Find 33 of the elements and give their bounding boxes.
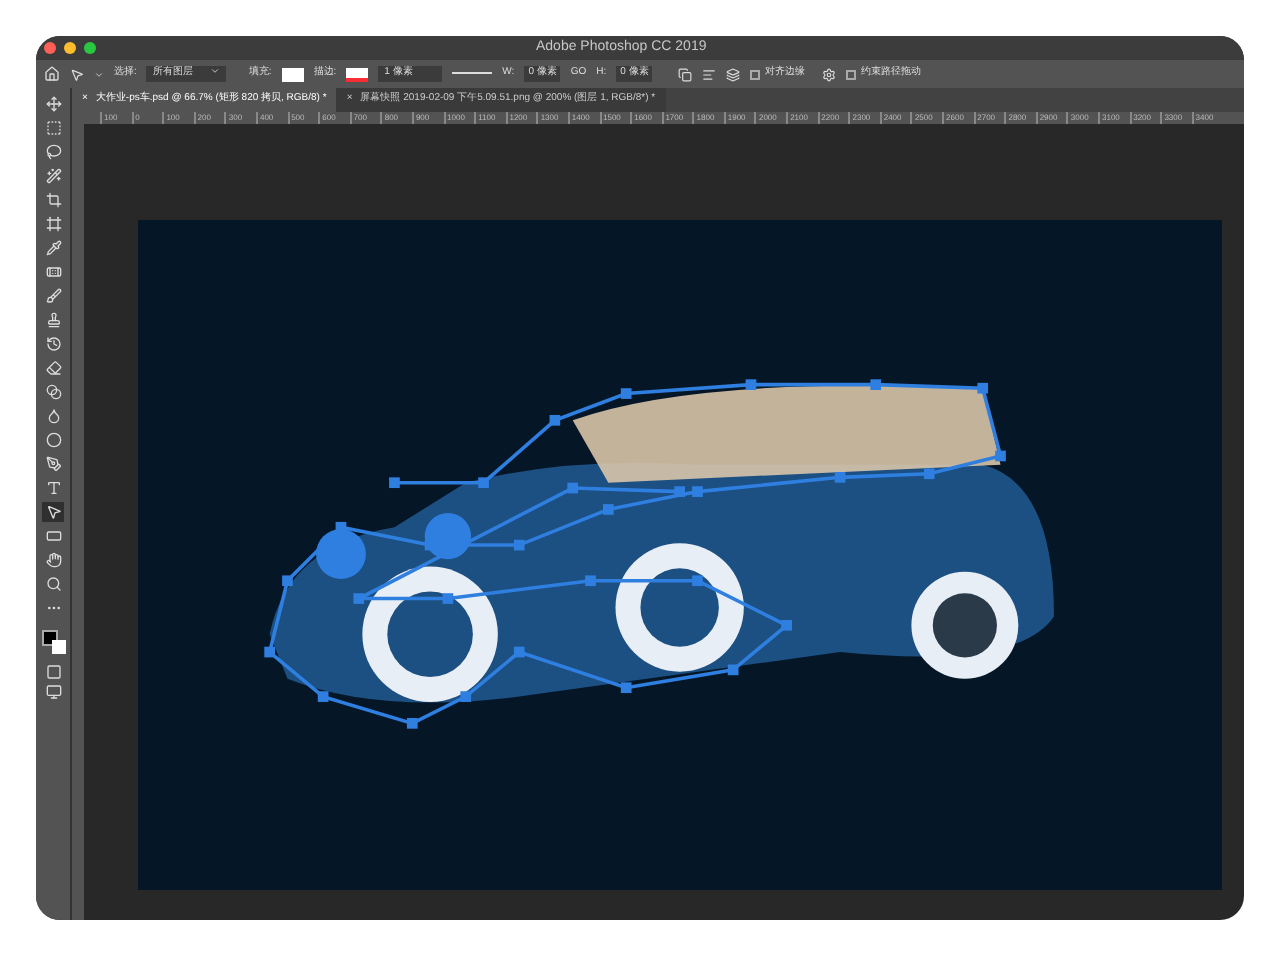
zoom-icon[interactable] xyxy=(42,574,64,594)
stroke-swatch[interactable] xyxy=(346,67,369,81)
crop-icon[interactable] xyxy=(42,190,64,210)
bandage-icon[interactable] xyxy=(42,262,64,282)
eraser-icon[interactable] xyxy=(42,358,64,378)
window-control[interactable] xyxy=(44,42,56,54)
type-icon[interactable] xyxy=(42,478,64,498)
history-brush-icon[interactable] xyxy=(42,334,64,354)
pointer-icon[interactable] xyxy=(42,502,64,522)
pen-icon[interactable] xyxy=(42,454,64,474)
wand-icon[interactable] xyxy=(42,166,64,186)
rectangle-icon[interactable] xyxy=(42,526,64,546)
eyedropper-icon[interactable] xyxy=(42,238,64,258)
window-control[interactable] xyxy=(84,42,96,54)
color-swatches[interactable] xyxy=(41,630,65,654)
stamp-icon[interactable] xyxy=(42,310,64,330)
hand-icon[interactable] xyxy=(42,550,64,570)
brush-icon[interactable] xyxy=(42,286,64,306)
caret-icon xyxy=(94,69,104,79)
marquee-icon[interactable] xyxy=(42,118,64,138)
fill-swatch[interactable] xyxy=(281,67,304,81)
pointer-icon[interactable] xyxy=(70,67,84,81)
frame-icon[interactable] xyxy=(42,214,64,234)
screen-mode-icon[interactable] xyxy=(45,684,61,700)
quick-mask-icon[interactable] xyxy=(45,664,61,680)
window-control[interactable] xyxy=(64,42,76,54)
settings-icon[interactable] xyxy=(822,67,837,81)
circle-icon[interactable] xyxy=(42,430,64,450)
caret-icon xyxy=(210,66,221,77)
lasso-icon[interactable] xyxy=(42,142,64,162)
align-icon[interactable] xyxy=(702,67,717,81)
home-icon[interactable] xyxy=(44,66,60,82)
move-icon[interactable] xyxy=(42,94,64,114)
